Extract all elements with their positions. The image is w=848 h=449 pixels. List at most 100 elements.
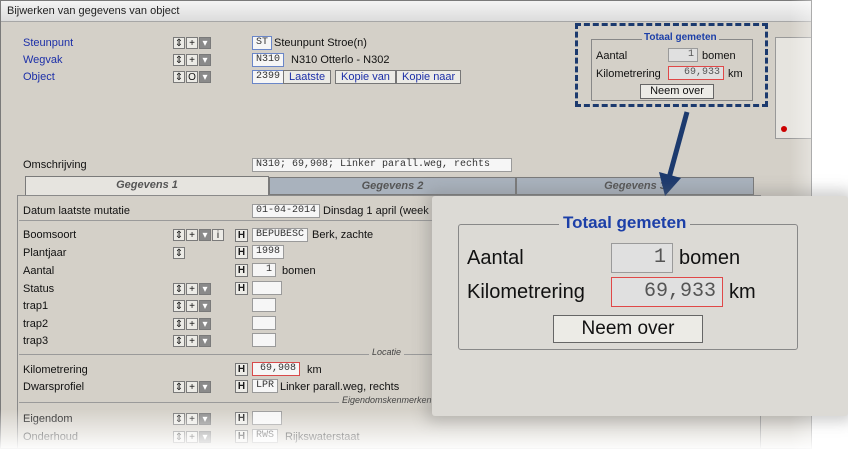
tab-gegevens-2[interactable]: Gegevens 2: [269, 177, 516, 195]
status-label: Status: [23, 283, 55, 295]
status-controls: ⇕ + ▾: [173, 283, 211, 295]
kilometrering-field[interactable]: 69,908: [252, 362, 300, 376]
info-icon[interactable]: i: [212, 229, 224, 241]
history-icon[interactable]: H: [235, 412, 248, 425]
trap1-field[interactable]: [252, 298, 276, 312]
trap2-field[interactable]: [252, 316, 276, 330]
add-icon[interactable]: +: [186, 381, 198, 393]
steunpunt-code-field[interactable]: ST: [252, 36, 273, 50]
dropdown-icon[interactable]: ▾: [199, 413, 211, 425]
dropdown-icon[interactable]: ▾: [199, 37, 211, 49]
dropdown-icon[interactable]: ▾: [199, 381, 211, 393]
tab-gegevens-3[interactable]: Gegevens 3: [516, 177, 754, 195]
totaal-title: Totaal gemeten: [559, 213, 691, 233]
callout-arrow-icon: [659, 111, 690, 196]
laatste-button[interactable]: Laatste: [283, 70, 332, 84]
dropdown-icon[interactable]: ▾: [199, 431, 211, 443]
dwarsprofiel-name: Linker parall.weg, rechts: [280, 381, 400, 393]
history-icon[interactable]: H: [235, 229, 248, 242]
aantal-field[interactable]: 1: [252, 263, 276, 277]
steunpunt-name: Steunpunt Stroe(n): [274, 37, 367, 49]
history-icon[interactable]: H: [235, 282, 248, 295]
boomsoort-label: Boomsoort: [23, 229, 77, 241]
wegvak-code-field[interactable]: N310: [252, 53, 285, 67]
eigendom-field[interactable]: [252, 411, 282, 425]
dropdown-icon[interactable]: ▾: [199, 71, 211, 83]
navigate-icon[interactable]: ⇕: [173, 71, 185, 83]
totaal-title-small: Totaal gemeten: [642, 32, 719, 43]
navigate-icon[interactable]: ⇕: [173, 283, 185, 295]
add-icon[interactable]: +: [186, 37, 198, 49]
navigate-icon[interactable]: ⇕: [173, 300, 185, 312]
navigate-icon[interactable]: ⇕: [173, 54, 185, 66]
navigate-icon[interactable]: ⇕: [173, 318, 185, 330]
km-unit-small: km: [728, 68, 743, 80]
circle-icon[interactable]: O: [186, 71, 198, 83]
trap3-field[interactable]: [252, 333, 276, 347]
omschrijving-field[interactable]: N310; 69,908; Linker parall.weg, rechts: [252, 158, 512, 172]
navigate-icon[interactable]: ⇕: [173, 247, 185, 259]
neem-over-button-small[interactable]: Neem over: [640, 84, 714, 99]
aantal-label-small: Aantal: [596, 50, 628, 62]
history-icon[interactable]: H: [235, 430, 248, 443]
add-icon[interactable]: +: [186, 335, 198, 347]
totaal-gemeten-panel: Totaal gemeten Aantal 1 bomen Kilometrer…: [458, 213, 798, 350]
km-label-zoom: Kilometrering: [467, 281, 585, 303]
status-field[interactable]: [252, 281, 282, 295]
steunpunt-link[interactable]: Steunpunt: [23, 37, 73, 49]
add-icon[interactable]: +: [186, 283, 198, 295]
dropdown-icon[interactable]: ▾: [199, 300, 211, 312]
km-unit-zoom: km: [729, 281, 756, 303]
history-icon[interactable]: H: [235, 363, 248, 376]
add-icon[interactable]: +: [186, 54, 198, 66]
plantjaar-field[interactable]: 1998: [252, 245, 285, 259]
kilometrering-label: Kilometrering: [23, 364, 88, 376]
add-icon[interactable]: +: [186, 318, 198, 330]
navigate-icon[interactable]: ⇕: [173, 431, 185, 443]
trap2-controls: ⇕ + ▾: [173, 318, 211, 330]
aantal-label: Aantal: [23, 265, 55, 277]
tab-gegevens-1[interactable]: Gegevens 1: [25, 176, 269, 196]
wegvak-link[interactable]: Wegvak: [23, 54, 63, 66]
navigate-icon[interactable]: ⇕: [173, 335, 185, 347]
boomsoort-code-field[interactable]: BEPUBESC: [252, 228, 309, 242]
history-icon[interactable]: H: [235, 246, 248, 259]
aantal-value-zoom: 1: [611, 243, 673, 273]
add-icon[interactable]: +: [186, 300, 198, 312]
km-value-small: 69,933: [668, 66, 724, 80]
boomsoort-controls: ⇕ + ▾ i: [173, 229, 224, 241]
wegvak-controls: ⇕ + ▾: [173, 54, 211, 66]
neem-over-button[interactable]: Neem over: [553, 315, 703, 343]
history-icon[interactable]: H: [235, 264, 248, 277]
datum-weekday: Dinsdag 1 april (week 1: [323, 205, 438, 217]
trap3-controls: ⇕ + ▾: [173, 335, 211, 347]
eigendom-label: Eigendom: [23, 413, 73, 425]
navigate-icon[interactable]: ⇕: [173, 37, 185, 49]
history-icon[interactable]: H: [235, 380, 248, 393]
navigate-icon[interactable]: ⇕: [173, 381, 185, 393]
dropdown-icon[interactable]: ▾: [199, 335, 211, 347]
object-link[interactable]: Object: [23, 71, 55, 83]
steunpunt-controls: ⇕ + ▾: [173, 37, 211, 49]
add-icon[interactable]: +: [186, 413, 198, 425]
locatie-section-label: Locatie: [369, 347, 405, 357]
onderhoud-code-field[interactable]: RWS: [252, 429, 279, 443]
kopie-van-button[interactable]: Kopie van: [335, 70, 396, 84]
add-icon[interactable]: +: [186, 431, 198, 443]
dropdown-icon[interactable]: ▾: [199, 283, 211, 295]
dropdown-icon[interactable]: ▾: [199, 318, 211, 330]
navigate-icon[interactable]: ⇕: [173, 413, 185, 425]
trap2-label: trap2: [23, 318, 49, 330]
aantal-value-small: 1: [668, 48, 698, 62]
aantal-unit: bomen: [282, 265, 316, 277]
kopie-naar-button[interactable]: Kopie naar: [396, 70, 462, 84]
dropdown-icon[interactable]: ▾: [199, 54, 211, 66]
eigendom-section-label: Eigendomskenmerken: [339, 395, 435, 405]
navigate-icon[interactable]: ⇕: [173, 229, 185, 241]
dropdown-icon[interactable]: ▾: [199, 229, 211, 241]
dwarsprofiel-controls: ⇕ + ▾: [173, 381, 211, 393]
onderhoud-name: Rijkswaterstaat: [285, 431, 360, 443]
dwarsprofiel-code-field[interactable]: LPR: [252, 379, 279, 393]
add-icon[interactable]: +: [186, 229, 198, 241]
object-code-field[interactable]: 2399: [252, 70, 285, 84]
